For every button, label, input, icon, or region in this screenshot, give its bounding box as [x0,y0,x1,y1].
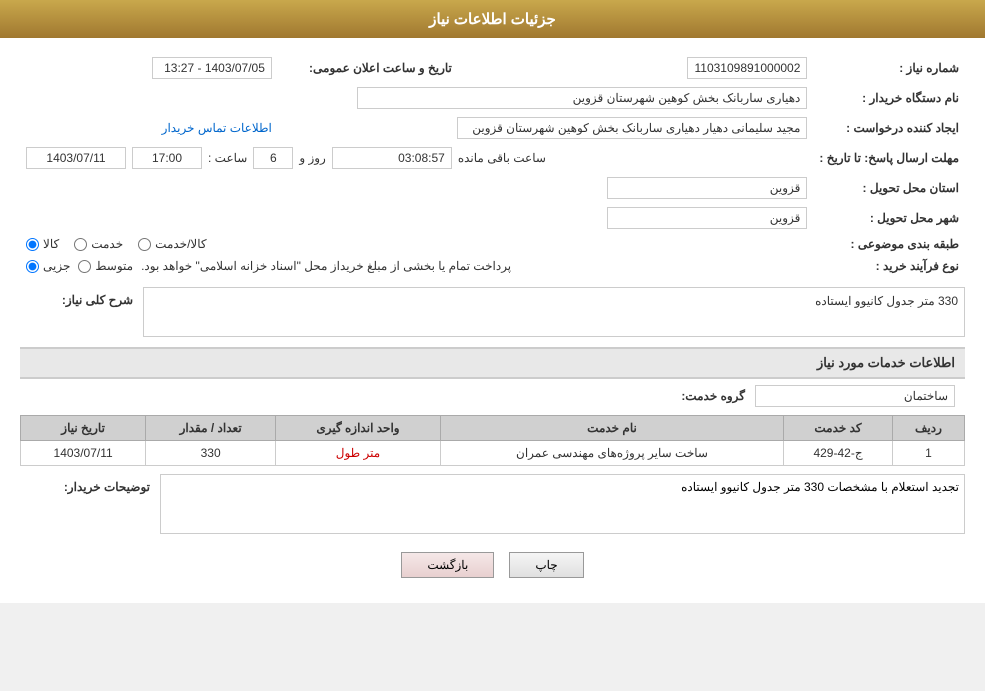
shomara-niaz-label: شماره نیاز : [813,53,965,83]
back-button[interactable]: بازگشت [401,552,494,578]
sharh-section: 🛡️ 330 متر جدول کانیوو ایستاده شرح کلی ن… [20,287,965,337]
page-wrapper: جزئیات اطلاعات نیاز شماره نیاز : 1103109… [0,0,985,603]
tabaqe-label: طبقه بندی موضوعی : [813,233,965,255]
mohlat-days-input: 6 [253,147,293,169]
tarikh-label: تاریخ و ساعت اعلان عمومی: [278,53,458,83]
mohlat-remaining-label: ساعت باقی مانده [458,151,546,165]
radio-kala-label: کالا [43,237,59,251]
tarikh-value: 1403/07/05 - 13:27 [20,53,278,83]
buyer-desc-label-cell: توضیحات خریدار: [20,474,150,494]
shomara-niaz-value: 1103109891000002 [458,53,814,83]
buyer-desc-wrapper: 🛡️ [160,474,965,537]
page-header: جزئیات اطلاعات نیاز [0,0,985,38]
grooh-khadmat-label: گروه خدمت: [681,389,745,403]
button-row: چاپ بازگشت [20,552,965,578]
buyer-desc-textarea[interactable] [160,474,965,534]
shahr-label: شهر محل تحویل : [813,203,965,233]
table-row: 1 ج-42-429 ساخت سایر پروژه‌های مهندسی عم… [21,441,965,466]
sharh-label: شرح کلی نیاز: [62,293,133,307]
radio-kala-khedmat[interactable] [138,238,151,251]
col-radif: ردیف [892,416,964,441]
sharh-inner: 🛡️ 330 متر جدول کانیوو ایستاده شرح کلی ن… [20,287,965,337]
shomara-niaz-input: 1103109891000002 [687,57,807,79]
cell-tedad: 330 [146,441,276,466]
cell-kod: ج-42-429 [784,441,893,466]
radio-motavaset-item: متوسط [78,259,133,273]
shahr-value: قزوین [20,203,813,233]
mohlat-date-input: 1403/07/11 [26,147,126,169]
khadamat-section-header: اطلاعات خدمات مورد نیاز [20,347,965,379]
tarikh-input: 1403/07/05 - 13:27 [152,57,272,79]
ostan-value: قزوین [20,173,813,203]
radio-khedmat[interactable] [74,238,87,251]
radio-motavaset-label: متوسط [95,259,133,273]
services-table: ردیف کد خدمت نام خدمت واحد اندازه گیری ت… [20,415,965,466]
sharh-watermark-area: 🛡️ 330 متر جدول کانیوو ایستاده [143,287,965,337]
ijad-value: مجید سلیمانی دهیار دهیاری ساربانک بخش کو… [278,113,814,143]
col-tarikh: تاریخ نیاز [21,416,146,441]
buyer-desc-label: توضیحات خریدار: [64,480,150,494]
nov-label: نوع فرآیند خرید : [813,255,965,277]
etela-link[interactable]: اطلاعات تماس خریدار [162,121,272,135]
grooh-row: ساختمان گروه خدمت: [20,385,965,407]
ijad-label: ایجاد کننده درخواست : [813,113,965,143]
etela-link-cell: اطلاعات تماس خریدار [20,113,278,143]
cell-vahad: متر طول [276,441,441,466]
cell-tarikh: 1403/07/11 [21,441,146,466]
radio-jozi-label: جزیی [43,259,70,273]
main-content: شماره نیاز : 1103109891000002 تاریخ و سا… [0,38,985,603]
sharh-value-box: 330 متر جدول کانیوو ایستاده [143,287,965,337]
name-dastgah-input: دهیاری ساربانک بخش کوهین شهرستان قزوین [357,87,807,109]
tabaqe-radios: کالا/خدمت خدمت کالا [20,233,813,255]
sharh-label-cell: شرح کلی نیاز: [20,287,133,337]
col-name: نام خدمت [440,416,783,441]
shahr-input: قزوین [607,207,807,229]
mohlat-time-input: 17:00 [132,147,202,169]
mohlat-remaining-input: 03:08:57 [332,147,452,169]
grooh-khadmat-input: ساختمان [755,385,955,407]
radio-khedmat-item: خدمت [74,237,123,251]
page-title: جزئیات اطلاعات نیاز [429,11,556,28]
name-dastgah-label: نام دستگاه خریدار : [813,83,965,113]
cell-name: ساخت سایر پروژه‌های مهندسی عمران [440,441,783,466]
col-vahad: واحد اندازه گیری [276,416,441,441]
buyer-desc-section: 🛡️ توضیحات خریدار: [20,474,965,537]
radio-kala-item: کالا [26,237,59,251]
radio-motavaset[interactable] [78,260,91,273]
nov-row: پرداخت تمام یا بخشی از مبلغ خریداز محل "… [20,255,813,277]
mohlat-day-label: روز و [299,151,326,165]
sharh-value: 330 متر جدول کانیوو ایستاده [815,294,958,308]
col-kod: کد خدمت [784,416,893,441]
ostan-input: قزوین [607,177,807,199]
khadamat-header-text: اطلاعات خدمات مورد نیاز [817,355,955,370]
radio-kala-khedmat-label: کالا/خدمت [155,237,206,251]
col-tedad: تعداد / مقدار [146,416,276,441]
radio-jozi[interactable] [26,260,39,273]
radio-jozi-item: جزیی [26,259,70,273]
radio-kala[interactable] [26,238,39,251]
radio-kala-khedmat-item: کالا/خدمت [138,237,206,251]
mohlat-row: ساعت باقی مانده 03:08:57 روز و 6 ساعت : … [20,143,813,173]
ijad-input: مجید سلیمانی دهیار دهیاری ساربانک بخش کو… [457,117,807,139]
radio-khedmat-label: خدمت [91,237,123,251]
ostan-label: استان محل تحویل : [813,173,965,203]
mohlat-label: مهلت ارسال پاسخ: تا تاریخ : [813,143,965,173]
cell-radif: 1 [892,441,964,466]
sharh-box-wrapper: 🛡️ 330 متر جدول کانیوو ایستاده [143,287,965,337]
mohlat-time-label: ساعت : [208,151,247,165]
info-table: شماره نیاز : 1103109891000002 تاریخ و سا… [20,53,965,277]
print-button[interactable]: چاپ [509,552,583,578]
name-dastgah-value: دهیاری ساربانک بخش کوهین شهرستان قزوین [20,83,813,113]
process-text: پرداخت تمام یا بخشی از مبلغ خریداز محل "… [141,259,511,273]
